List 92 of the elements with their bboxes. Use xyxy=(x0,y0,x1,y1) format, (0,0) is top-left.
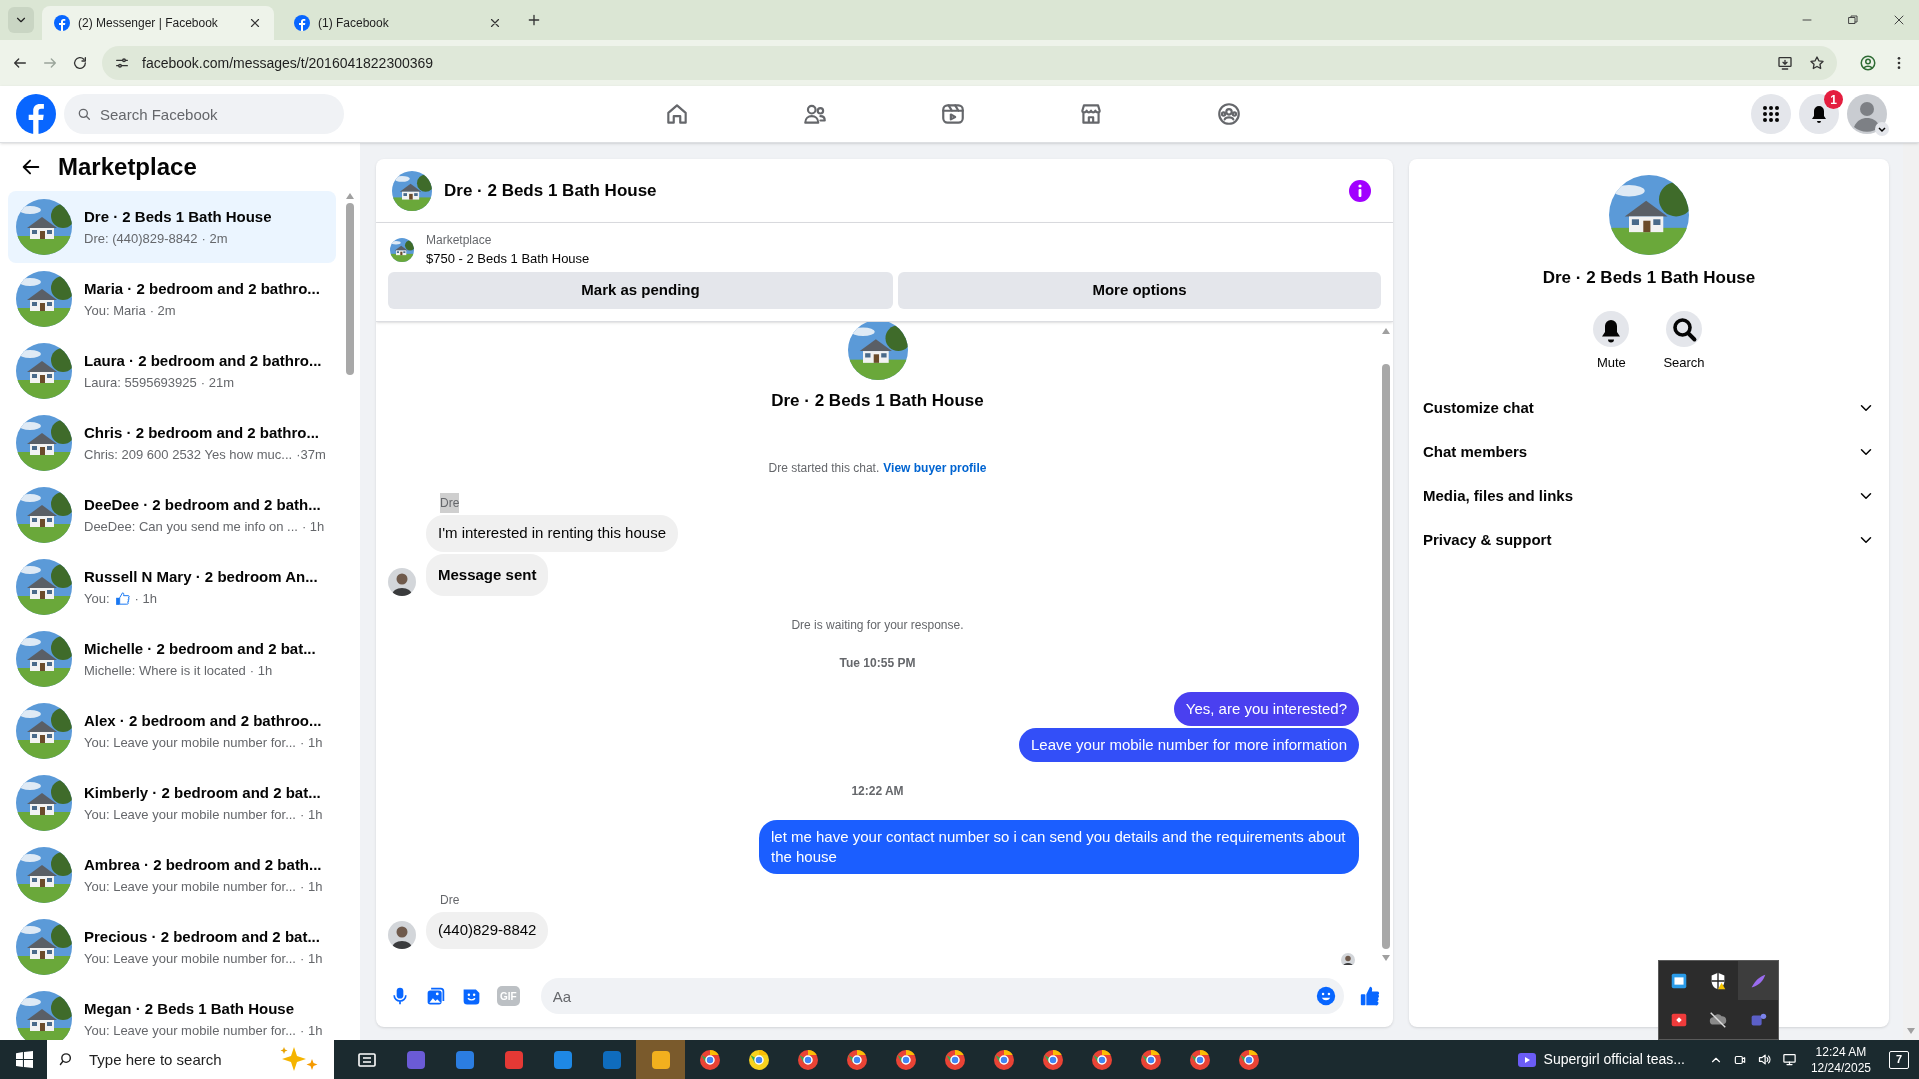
clock-time[interactable]: 12:24 AM xyxy=(1815,1043,1867,1060)
section-row[interactable]: Customize chat xyxy=(1415,386,1883,430)
outgoing-message: Yes, are you interested? xyxy=(1173,692,1359,726)
listing-action-button[interactable]: Mark as pending xyxy=(388,271,893,309)
conversation-preview: You: Leave your mobile number for... xyxy=(84,949,296,968)
conversation-time: · 1h xyxy=(134,589,157,608)
conversation-time: · 1h xyxy=(300,1021,323,1040)
timestamp: 12:22 AM xyxy=(851,783,904,800)
timestamp: Tue 10:55 PM xyxy=(839,655,916,672)
section-row[interactable]: Chat members xyxy=(1415,430,1883,474)
conversation-item[interactable]: Maria · 2 bedroom and 2 bathro... You: Maria · 2m xyxy=(8,263,336,335)
conversation-preview: You: Leave your mobile number for... xyxy=(84,733,296,752)
section-label: Privacy & support xyxy=(1423,529,1552,550)
browser-tab[interactable]: (2) Messenger | Facebook xyxy=(42,6,274,40)
conversation-time: · 2m xyxy=(201,229,228,248)
sidebar-title: Marketplace xyxy=(58,152,197,182)
conversation-name: Maria · 2 bedroom and 2 bathro... xyxy=(84,279,320,299)
incoming-message: Message sent xyxy=(426,553,549,596)
conversation-item[interactable]: Russell N Mary · 2 bedroom An... You: · 1h xyxy=(8,551,336,623)
conversation-time: · 21m xyxy=(200,373,234,392)
details-title: Dre · 2 Beds 1 Bath House xyxy=(1542,267,1756,289)
section-row[interactable]: Media, files and links xyxy=(1415,474,1883,518)
action-label[interactable]: Search xyxy=(1663,352,1705,372)
clock-date[interactable]: 12/24/2025 xyxy=(1810,1059,1871,1076)
outgoing-message: Leave your mobile number for more information xyxy=(1019,728,1359,762)
conversation-preview: You: xyxy=(84,589,110,608)
section-row[interactable]: Privacy & support xyxy=(1415,518,1883,562)
incoming-message: I'm interested in renting this house xyxy=(426,515,678,552)
tab-title: (2) Messenger | Facebook xyxy=(78,15,219,32)
sender-name: Dre xyxy=(440,892,460,909)
search-field[interactable]: Search Facebook xyxy=(64,94,344,134)
address-bar[interactable]: facebook.com/messages/t/2016041822300369 xyxy=(102,46,1837,80)
buyer-profile-link[interactable]: View buyer profile xyxy=(883,461,987,475)
conversation-time: · 1h xyxy=(300,733,323,752)
conversation-item[interactable]: Ambrea · 2 bedroom and 2 bath... You: Leave your mobile number for... · 1h xyxy=(8,839,336,911)
conversation-name: Michelle · 2 bedroom and 2 bat... xyxy=(84,639,316,659)
url-text: facebook.com/messages/t/2016041822300369 xyxy=(142,53,434,73)
action-label[interactable]: Mute xyxy=(1596,352,1626,372)
chat-notice: Dre is waiting for your response. xyxy=(790,617,965,634)
conversation-name: Laura · 2 bedroom and 2 bathro... xyxy=(84,351,322,371)
conversation-item[interactable]: Michelle · 2 bedroom and 2 bat... Michelle: Where is it located · 1h xyxy=(8,623,336,695)
conversation-preview: Michelle: Where is it located xyxy=(84,661,246,680)
conversation-preview: You: Leave your mobile number for... xyxy=(84,805,296,824)
conversation-preview: You: Leave your mobile number for... xyxy=(84,1021,296,1040)
listing-label: Marketplace xyxy=(426,232,493,249)
conversation-preview: Laura: 5595693925 xyxy=(84,373,197,392)
chat-title: Dre · 2 Beds 1 Bath House xyxy=(444,179,657,202)
conversation-item[interactable]: Laura · 2 bedroom and 2 bathro... Laura: 5595693925 · 21m xyxy=(8,335,336,407)
chat-notice: Dre started this chat. View buyer profile xyxy=(767,460,988,477)
listing-action-button[interactable]: More options xyxy=(898,271,1381,309)
conversation-preview: You: Leave your mobile number for... xyxy=(84,877,296,896)
conversation-name: Chris · 2 bedroom and 2 bathro... xyxy=(84,423,321,443)
conversation-item[interactable]: Kimberly · 2 bedroom and 2 bat... You: Leave your mobile number for... · 1h xyxy=(8,767,336,839)
media-title[interactable]: Supergirl official teas... xyxy=(1543,1049,1685,1070)
conversation-name: Kimberly · 2 bedroom and 2 bat... xyxy=(84,783,322,803)
conversation-item[interactable]: Chris · 2 bedroom and 2 bathro... Chris: 209 600 2532 Yes how muc... ·37m xyxy=(8,407,336,479)
notifications-button[interactable]: 7 xyxy=(1889,1050,1909,1069)
conversation-time: ·37m xyxy=(296,445,326,464)
conversation-name: Russell N Mary · 2 bedroom An... xyxy=(84,567,318,587)
conversation-name: Ambrea · 2 bedroom and 2 bath... xyxy=(84,855,323,875)
outgoing-message: let me have your contact number so i can send you details and the requirements about the house xyxy=(759,820,1359,874)
conversation-item[interactable]: Alex · 2 bedroom and 2 bathroo... You: Leave your mobile number for... · 1h xyxy=(8,695,336,767)
chat-intro-title: Dre · 2 Beds 1 Bath House xyxy=(771,389,984,412)
conversation-preview: Chris: 209 600 2532 Yes how muc... xyxy=(84,445,293,464)
section-label: Chat members xyxy=(1423,441,1528,462)
conversation-name: Alex · 2 bedroom and 2 bathroo... xyxy=(84,711,323,731)
conversation-preview: You: Maria xyxy=(84,301,146,320)
section-label: Customize chat xyxy=(1423,397,1534,418)
listing-title: $750 - 2 Beds 1 Bath House xyxy=(426,250,590,268)
conversation-preview: DeeDee: Can you send me info on ... xyxy=(84,517,298,536)
conversation-name: DeeDee · 2 bedroom and 2 bath... xyxy=(84,495,322,515)
conversation-time: · 1h xyxy=(301,517,325,536)
conversation-time: · 1h xyxy=(300,949,323,968)
message-input[interactable]: Aa xyxy=(540,978,1344,1014)
conversation-time: · 2m xyxy=(149,301,176,320)
conversation-time: · 1h xyxy=(300,877,323,896)
sender-name: Dre xyxy=(440,493,460,513)
browser-tab[interactable]: (1) Facebook xyxy=(282,6,514,40)
section-label: Media, files and links xyxy=(1423,485,1574,506)
incoming-message: (440)829-8842 xyxy=(426,912,549,949)
conversation-item[interactable]: Precious · 2 bedroom and 2 bat... You: Leave your mobile number for... · 1h xyxy=(8,911,336,983)
conversation-preview: Dre: (440)829-8842 xyxy=(84,229,198,248)
tab-title: (1) Facebook xyxy=(318,15,390,32)
conversation-time: · 1h xyxy=(300,805,323,824)
taskbar-search[interactable]: Type here to search xyxy=(47,1040,334,1079)
conversation-time: · 1h xyxy=(249,661,273,680)
conversation-item[interactable]: DeeDee · 2 bedroom and 2 bath... DeeDee: Can you send me info on ... · 1h xyxy=(8,479,336,551)
conversation-name: Precious · 2 bedroom and 2 bat... xyxy=(84,927,321,947)
notification-badge: 1 xyxy=(1824,90,1843,109)
conversation-item[interactable]: Dre · 2 Beds 1 Bath House Dre: (440)829-8842 · 2m xyxy=(8,191,336,263)
conversation-name: Megan · 2 Beds 1 Bath House xyxy=(84,999,296,1019)
conversation-name: Dre · 2 Beds 1 Bath House xyxy=(84,207,272,227)
